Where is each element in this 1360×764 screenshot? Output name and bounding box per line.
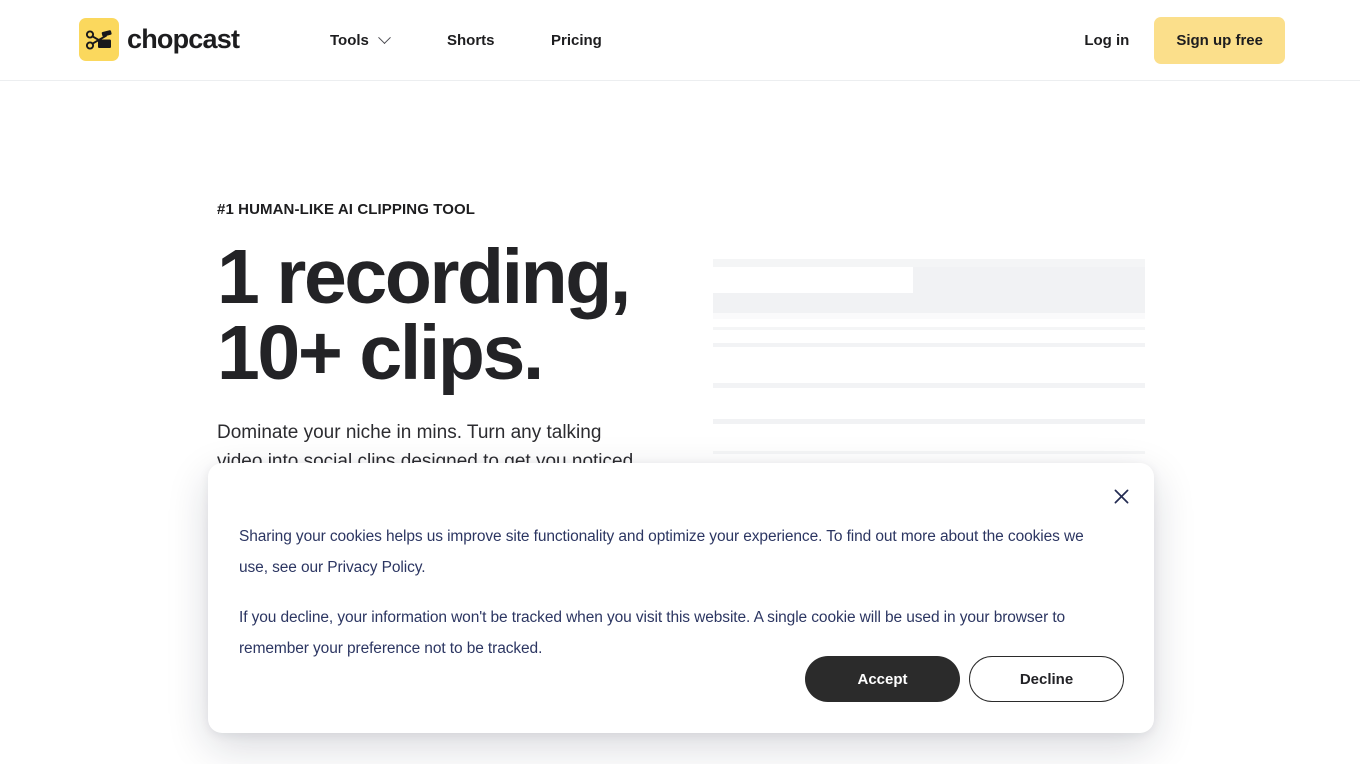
scissors-film-icon bbox=[79, 18, 119, 61]
hero-eyebrow: #1 HUMAN-LIKE AI CLIPPING TOOL bbox=[217, 201, 476, 218]
hero-copy: #1 HUMAN-LIKE AI CLIPPING TOOL 1 recordi… bbox=[217, 201, 657, 506]
signup-button[interactable]: Sign up free bbox=[1154, 17, 1285, 64]
art-panel-row bbox=[913, 267, 1145, 293]
art-panel-row bbox=[713, 343, 1145, 347]
page-title: 1 recording, 10+ clips. bbox=[217, 234, 657, 397]
nav-item-tools-label: Tools bbox=[330, 32, 369, 49]
art-panel-row bbox=[713, 313, 1145, 319]
chevron-down-icon bbox=[378, 31, 391, 45]
nav-item-shorts[interactable]: Shorts bbox=[447, 0, 551, 81]
art-panel-row bbox=[713, 259, 1145, 267]
nav-item-shorts-label: Shorts bbox=[447, 32, 495, 49]
login-link[interactable]: Log in bbox=[1084, 32, 1129, 49]
art-panel-row bbox=[713, 293, 1145, 313]
hero-title-line-1: 1 recording, bbox=[217, 234, 631, 320]
art-panel-row bbox=[713, 327, 1145, 330]
hero-title-line-2: 10+ clips. bbox=[217, 310, 544, 397]
cookie-dialog-body: Sharing your cookies helps us improve si… bbox=[239, 521, 1107, 664]
art-panel-row bbox=[713, 383, 1145, 388]
art-panel-row bbox=[713, 451, 1145, 454]
decline-button[interactable]: Decline bbox=[969, 656, 1124, 702]
brand-name: chopcast bbox=[127, 24, 240, 54]
nav-item-pricing[interactable]: Pricing bbox=[551, 0, 651, 81]
nav-item-pricing-label: Pricing bbox=[551, 32, 602, 49]
site-header: chopcast Tools Shorts Pricing Log in Sig… bbox=[0, 0, 1360, 81]
close-icon[interactable] bbox=[1109, 484, 1133, 508]
accept-button[interactable]: Accept bbox=[805, 656, 960, 702]
header-actions: Log in Sign up free bbox=[1084, 0, 1285, 81]
brand-logo[interactable]: chopcast bbox=[79, 18, 240, 61]
cookie-paragraph-1: Sharing your cookies helps us improve si… bbox=[239, 528, 1084, 576]
cookie-consent-dialog: Sharing your cookies helps us improve si… bbox=[208, 463, 1154, 733]
nav-item-tools[interactable]: Tools bbox=[330, 0, 447, 81]
main-nav: Tools Shorts Pricing bbox=[330, 0, 651, 81]
art-panel-row bbox=[713, 419, 1145, 424]
cookie-dialog-actions: Accept Decline bbox=[805, 656, 1124, 702]
cookie-paragraph-2: If you decline, your information won't b… bbox=[239, 609, 1066, 657]
